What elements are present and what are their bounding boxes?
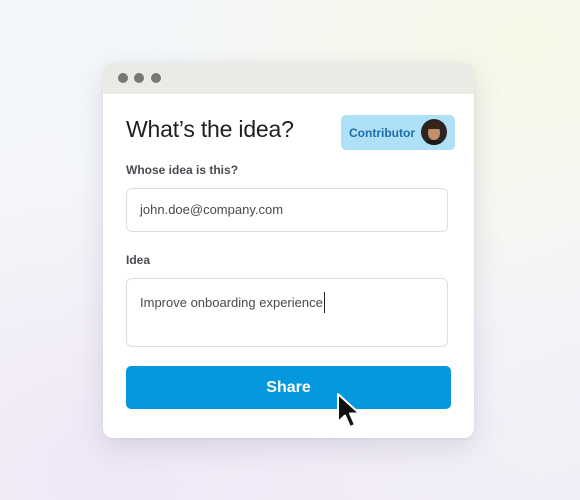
- owner-email-input[interactable]: john.doe@company.com: [126, 188, 448, 232]
- idea-field-label: Idea: [126, 253, 151, 267]
- owner-field-label: Whose idea is this?: [126, 163, 239, 177]
- window-dot-icon[interactable]: [134, 73, 144, 83]
- window-dot-icon[interactable]: [118, 73, 128, 83]
- mouse-pointer-icon: [337, 393, 361, 428]
- form-window: What’s the idea? Contributor Whose idea …: [103, 63, 474, 438]
- owner-email-value: john.doe@company.com: [140, 202, 284, 217]
- avatar: [421, 119, 447, 145]
- text-caret: [323, 292, 326, 313]
- idea-textarea[interactable]: Improve onboarding experience: [126, 278, 448, 347]
- window-titlebar: [103, 63, 474, 94]
- idea-text-value: Improve onboarding experience: [140, 295, 323, 310]
- role-label: Contributor: [349, 126, 415, 140]
- window-dot-icon[interactable]: [151, 73, 161, 83]
- share-button[interactable]: Share: [126, 366, 451, 409]
- contributor-badge: Contributor: [341, 115, 455, 150]
- page-title: What’s the idea?: [126, 116, 294, 142]
